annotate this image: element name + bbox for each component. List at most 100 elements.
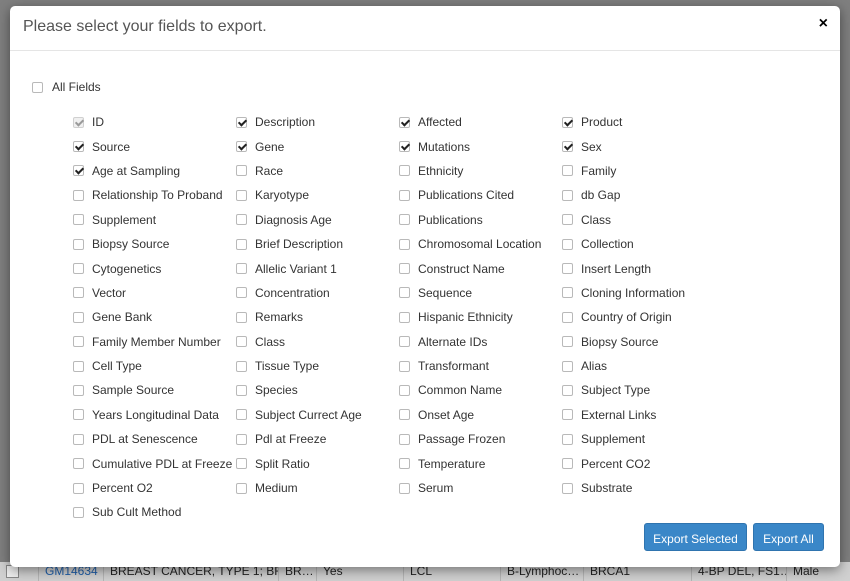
field-checkbox-diagnosis-age[interactable]	[236, 214, 247, 226]
field-option-serum[interactable]: Serum	[399, 476, 562, 500]
field-option-family[interactable]: Family	[562, 159, 725, 183]
field-option-sequence[interactable]: Sequence	[399, 281, 562, 305]
field-option-onset-age[interactable]: Onset Age	[399, 403, 562, 427]
row-select-checkbox[interactable]	[6, 565, 19, 579]
field-checkbox-onset-age[interactable]	[399, 409, 410, 421]
field-option-subject-currect-age[interactable]: Subject Currect Age	[236, 403, 399, 427]
field-option-vector[interactable]: Vector	[73, 281, 236, 305]
field-checkbox-subject-type[interactable]	[562, 384, 573, 396]
field-checkbox-percent-o2[interactable]	[73, 482, 84, 494]
field-checkbox-race[interactable]	[236, 165, 247, 177]
field-option-substrate[interactable]: Substrate	[562, 476, 725, 500]
field-option-class[interactable]: Class	[562, 208, 725, 232]
field-option-split-ratio[interactable]: Split Ratio	[236, 451, 399, 475]
field-option-sample-source[interactable]: Sample Source	[73, 378, 236, 402]
field-checkbox-pdl-at-senescence[interactable]	[73, 433, 84, 445]
field-option-karyotype[interactable]: Karyotype	[236, 183, 399, 207]
field-option-cloning-information[interactable]: Cloning Information	[562, 281, 725, 305]
field-option-alias[interactable]: Alias	[562, 354, 725, 378]
field-option-subject-type[interactable]: Subject Type	[562, 378, 725, 402]
field-checkbox-years-longitudinal-data[interactable]	[73, 409, 84, 421]
field-checkbox-alias[interactable]	[562, 360, 573, 372]
field-checkbox-pdl-at-freeze[interactable]	[236, 433, 247, 445]
field-checkbox-cell-type[interactable]	[73, 360, 84, 372]
field-option-temperature[interactable]: Temperature	[399, 451, 562, 475]
field-option-db-gap[interactable]: db Gap	[562, 183, 725, 207]
field-option-construct-name[interactable]: Construct Name	[399, 256, 562, 280]
field-checkbox-supplement[interactable]	[562, 433, 573, 445]
field-checkbox-affected[interactable]	[399, 116, 410, 128]
field-option-age-at-sampling[interactable]: Age at Sampling	[73, 159, 236, 183]
field-checkbox-karyotype[interactable]	[236, 189, 247, 201]
field-option-cytogenetics[interactable]: Cytogenetics	[73, 256, 236, 280]
all-fields-checkbox[interactable]	[32, 81, 43, 93]
field-option-publications[interactable]: Publications	[399, 208, 562, 232]
field-checkbox-hispanic-ethnicity[interactable]	[399, 311, 410, 323]
field-checkbox-product[interactable]	[562, 116, 573, 128]
field-checkbox-family[interactable]	[562, 165, 573, 177]
field-option-gene-bank[interactable]: Gene Bank	[73, 305, 236, 329]
field-option-tissue-type[interactable]: Tissue Type	[236, 354, 399, 378]
field-checkbox-gene-bank[interactable]	[73, 311, 84, 323]
field-option-family-member-number[interactable]: Family Member Number	[73, 330, 236, 354]
field-checkbox-ethnicity[interactable]	[399, 165, 410, 177]
field-checkbox-transformant[interactable]	[399, 360, 410, 372]
field-checkbox-supplement[interactable]	[73, 214, 84, 226]
field-option-mutations[interactable]: Mutations	[399, 134, 562, 158]
field-option-medium[interactable]: Medium	[236, 476, 399, 500]
export-selected-button[interactable]: Export Selected	[644, 523, 747, 551]
field-checkbox-chromosomal-location[interactable]	[399, 238, 410, 250]
field-checkbox-alternate-ids[interactable]	[399, 336, 410, 348]
field-checkbox-sample-source[interactable]	[73, 384, 84, 396]
field-option-hispanic-ethnicity[interactable]: Hispanic Ethnicity	[399, 305, 562, 329]
field-checkbox-collection[interactable]	[562, 238, 573, 250]
field-option-biopsy-source[interactable]: Biopsy Source	[562, 330, 725, 354]
field-checkbox-class[interactable]	[236, 336, 247, 348]
field-checkbox-age-at-sampling[interactable]	[73, 165, 84, 177]
field-checkbox-sequence[interactable]	[399, 287, 410, 299]
field-option-ethnicity[interactable]: Ethnicity	[399, 159, 562, 183]
field-checkbox-sex[interactable]	[562, 141, 573, 153]
field-checkbox-sub-cult-method[interactable]	[73, 506, 84, 518]
field-option-pdl-at-senescence[interactable]: PDL at Senescence	[73, 427, 236, 451]
field-checkbox-insert-length[interactable]	[562, 263, 573, 275]
field-checkbox-db-gap[interactable]	[562, 189, 573, 201]
field-option-supplement[interactable]: Supplement	[73, 208, 236, 232]
field-option-transformant[interactable]: Transformant	[399, 354, 562, 378]
field-option-gene[interactable]: Gene	[236, 134, 399, 158]
field-checkbox-percent-co2[interactable]	[562, 458, 573, 470]
field-option-biopsy-source[interactable]: Biopsy Source	[73, 232, 236, 256]
field-option-years-longitudinal-data[interactable]: Years Longitudinal Data	[73, 403, 236, 427]
field-checkbox-temperature[interactable]	[399, 458, 410, 470]
field-checkbox-mutations[interactable]	[399, 141, 410, 153]
export-all-button[interactable]: Export All	[753, 523, 824, 551]
field-option-source[interactable]: Source	[73, 134, 236, 158]
field-checkbox-split-ratio[interactable]	[236, 458, 247, 470]
field-option-relationship-to-proband[interactable]: Relationship To Proband	[73, 183, 236, 207]
field-option-common-name[interactable]: Common Name	[399, 378, 562, 402]
field-option-percent-o2[interactable]: Percent O2	[73, 476, 236, 500]
field-checkbox-description[interactable]	[236, 116, 247, 128]
field-checkbox-cumulative-pdl-at-freeze[interactable]	[73, 458, 84, 470]
field-option-allelic-variant-1[interactable]: Allelic Variant 1	[236, 256, 399, 280]
field-option-external-links[interactable]: External Links	[562, 403, 725, 427]
field-checkbox-allelic-variant-1[interactable]	[236, 263, 247, 275]
field-option-insert-length[interactable]: Insert Length	[562, 256, 725, 280]
field-option-pdl-at-freeze[interactable]: Pdl at Freeze	[236, 427, 399, 451]
field-option-affected[interactable]: Affected	[399, 110, 562, 134]
field-option-passage-frozen[interactable]: Passage Frozen	[399, 427, 562, 451]
field-checkbox-species[interactable]	[236, 384, 247, 396]
field-checkbox-tissue-type[interactable]	[236, 360, 247, 372]
field-option-cumulative-pdl-at-freeze[interactable]: Cumulative PDL at Freeze	[73, 451, 236, 475]
field-checkbox-cytogenetics[interactable]	[73, 263, 84, 275]
field-option-brief-description[interactable]: Brief Description	[236, 232, 399, 256]
field-checkbox-external-links[interactable]	[562, 409, 573, 421]
field-checkbox-medium[interactable]	[236, 482, 247, 494]
field-option-concentration[interactable]: Concentration	[236, 281, 399, 305]
field-option-percent-co2[interactable]: Percent CO2	[562, 451, 725, 475]
field-checkbox-publications-cited[interactable]	[399, 189, 410, 201]
field-checkbox-remarks[interactable]	[236, 311, 247, 323]
field-checkbox-vector[interactable]	[73, 287, 84, 299]
field-option-race[interactable]: Race	[236, 159, 399, 183]
field-option-class[interactable]: Class	[236, 330, 399, 354]
